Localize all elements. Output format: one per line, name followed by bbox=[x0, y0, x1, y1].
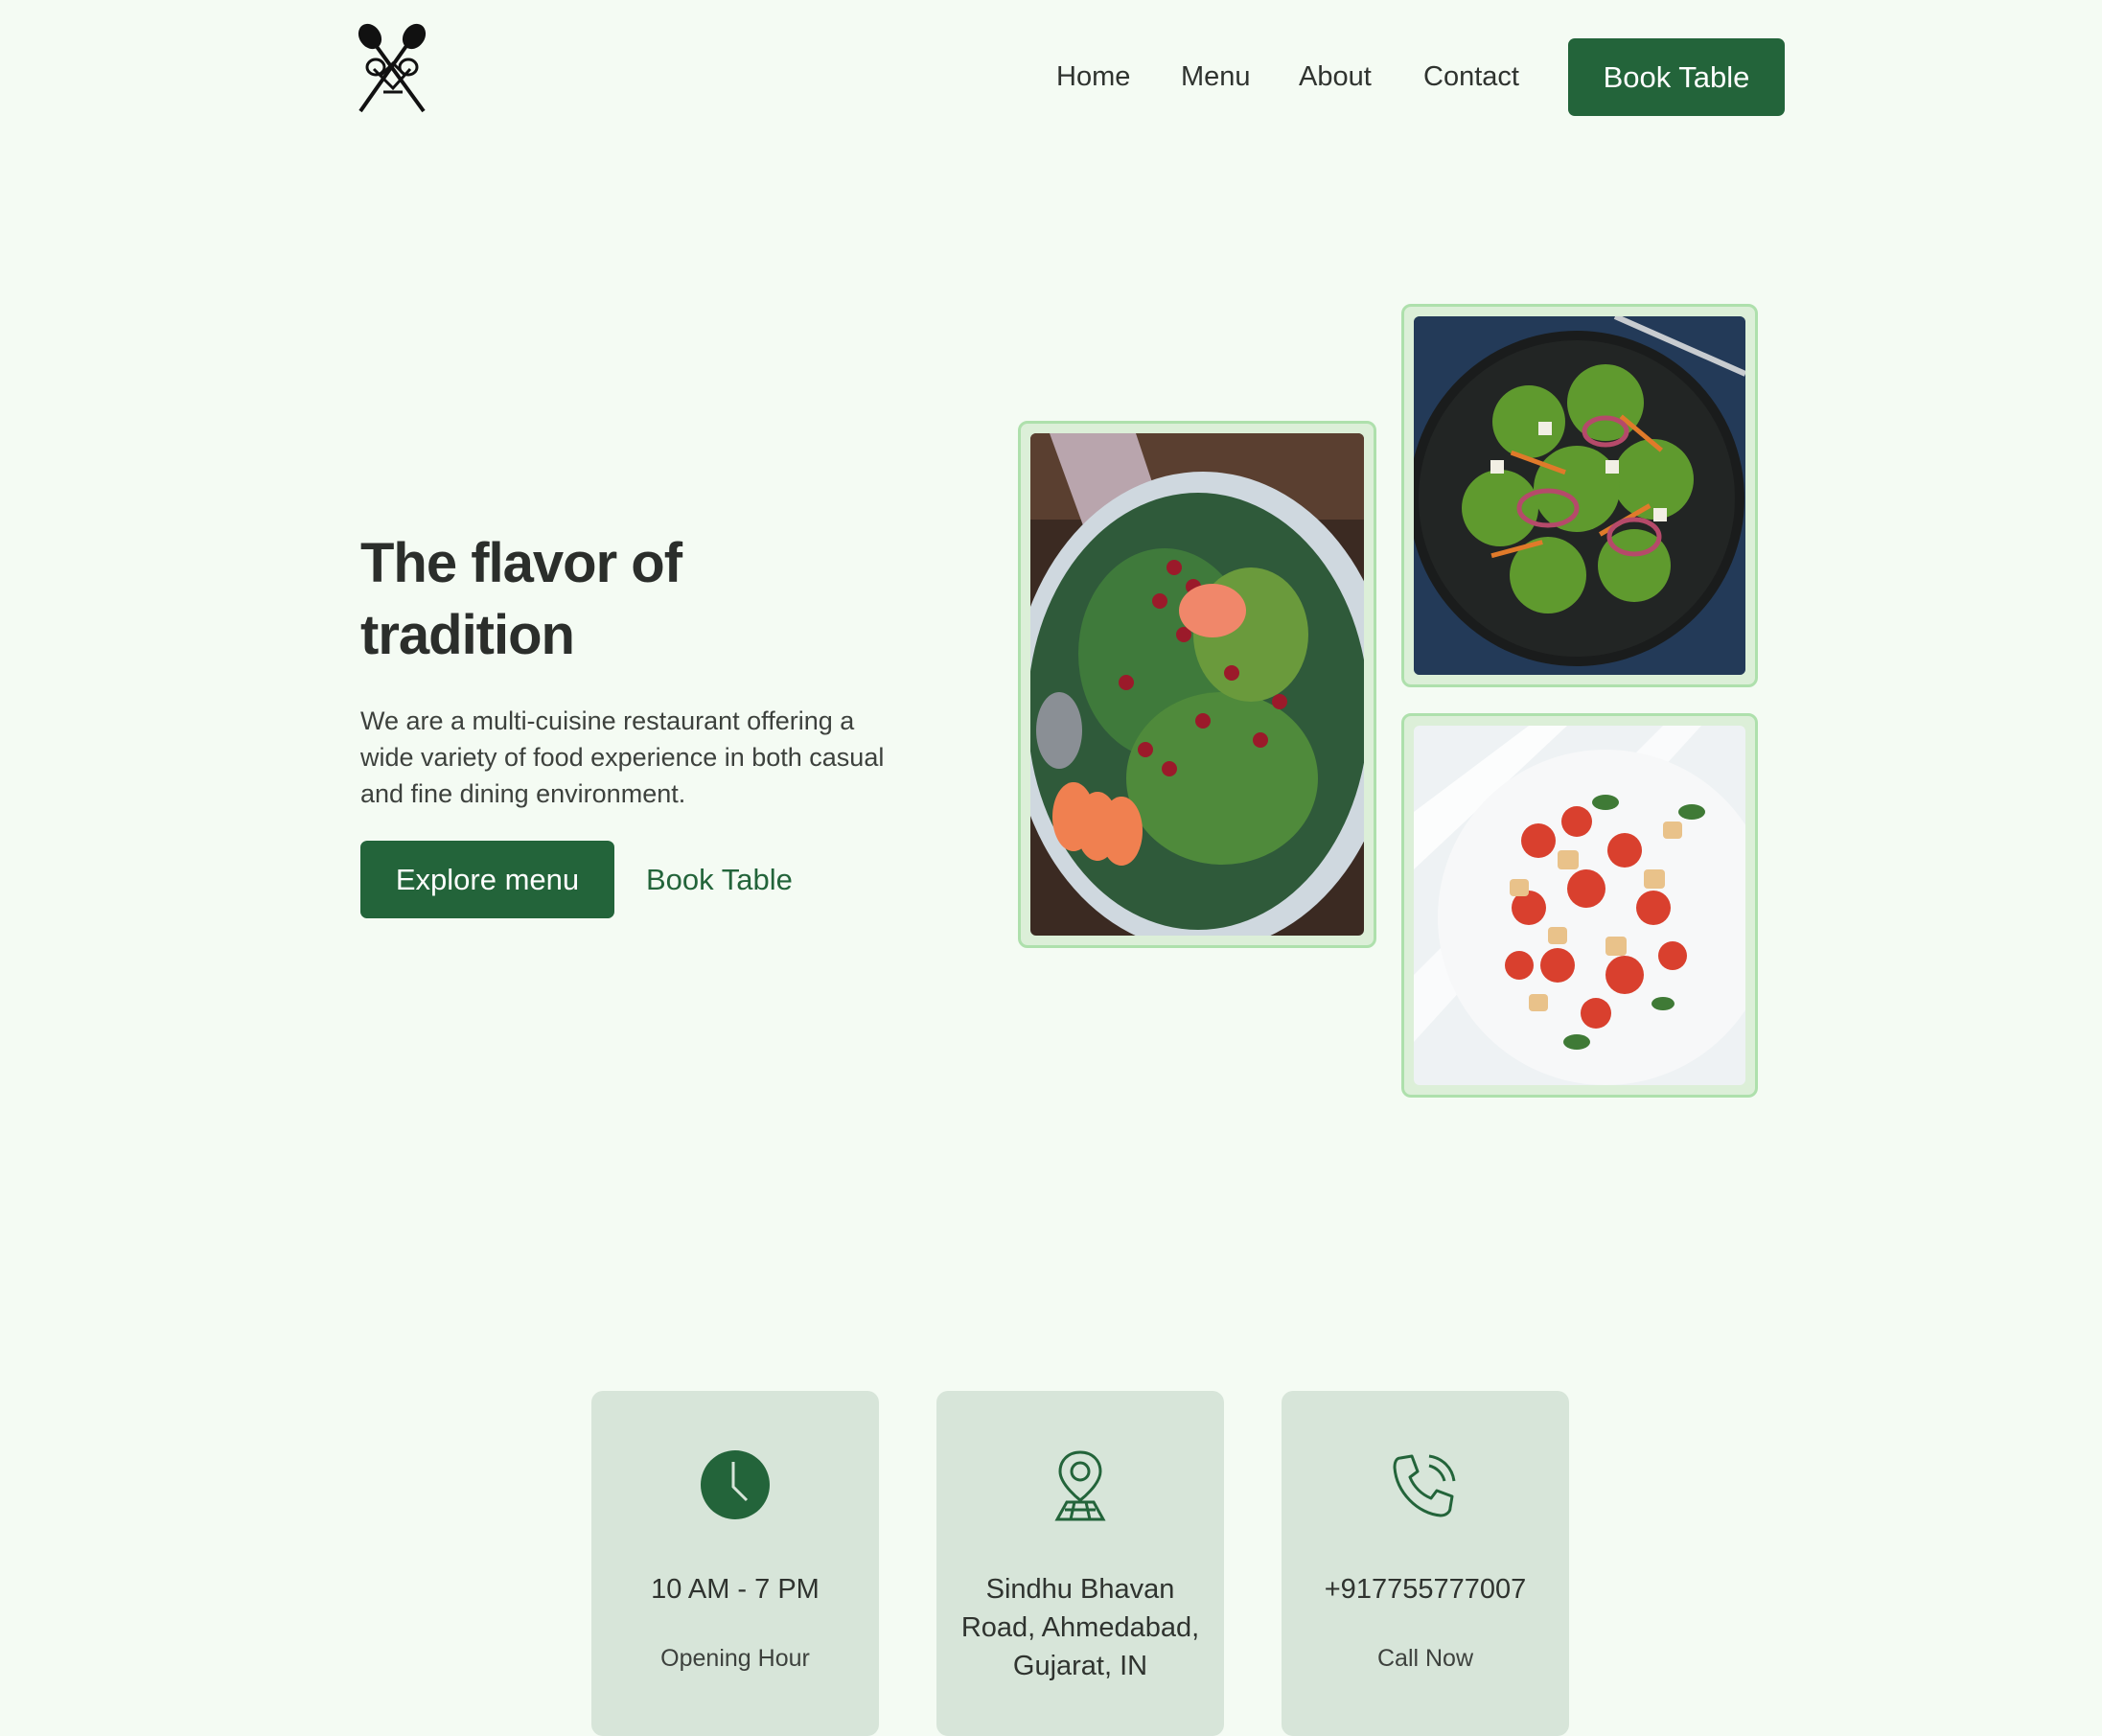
book-table-link[interactable]: Book Table bbox=[646, 841, 793, 918]
salad-photo-pomegranate bbox=[1030, 433, 1364, 936]
hero-title: The flavor of tradition bbox=[360, 532, 682, 666]
info-card-address: Sindhu Bhavan Road, Ahmedabad, Gujarat, … bbox=[936, 1391, 1224, 1736]
salad-photo-kale-bowl bbox=[1414, 316, 1745, 675]
phone-call-icon bbox=[1393, 1454, 1456, 1517]
address-text: Sindhu Bhavan Road, Ahmedabad, Gujarat, … bbox=[960, 1574, 1200, 1681]
photo-frame-2 bbox=[1401, 304, 1758, 687]
salad-photo-tomato-bread bbox=[1414, 726, 1745, 1085]
info-card-phone[interactable]: +917755777007 Call Now bbox=[1282, 1391, 1569, 1736]
crossed-spoons-logo-icon bbox=[358, 23, 427, 113]
info-card-hours: 10 AM - 7 PM Opening Hour bbox=[591, 1391, 879, 1736]
nav-home[interactable]: Home bbox=[1056, 38, 1130, 116]
opening-hour-label: Opening Hour bbox=[660, 1645, 810, 1672]
call-now-label[interactable]: Call Now bbox=[1291, 1645, 1559, 1673]
book-table-button[interactable]: Book Table bbox=[1568, 38, 1785, 116]
nav-contact[interactable]: Contact bbox=[1423, 38, 1519, 116]
clock-icon bbox=[701, 1450, 770, 1519]
phone-number-text[interactable]: +917755777007 bbox=[1291, 1570, 1559, 1609]
photo-frame-1 bbox=[1018, 421, 1376, 948]
nav-menu[interactable]: Menu bbox=[1181, 38, 1251, 116]
explore-menu-button[interactable]: Explore menu bbox=[360, 841, 614, 918]
nav-about[interactable]: About bbox=[1299, 38, 1372, 116]
hero-description: We are a multi-cuisine restaurant offeri… bbox=[360, 706, 885, 808]
photo-frame-3 bbox=[1401, 713, 1758, 1098]
opening-hours-text: 10 AM - 7 PM bbox=[651, 1574, 820, 1605]
logo[interactable] bbox=[355, 21, 431, 113]
map-pin-icon bbox=[1054, 1450, 1106, 1521]
